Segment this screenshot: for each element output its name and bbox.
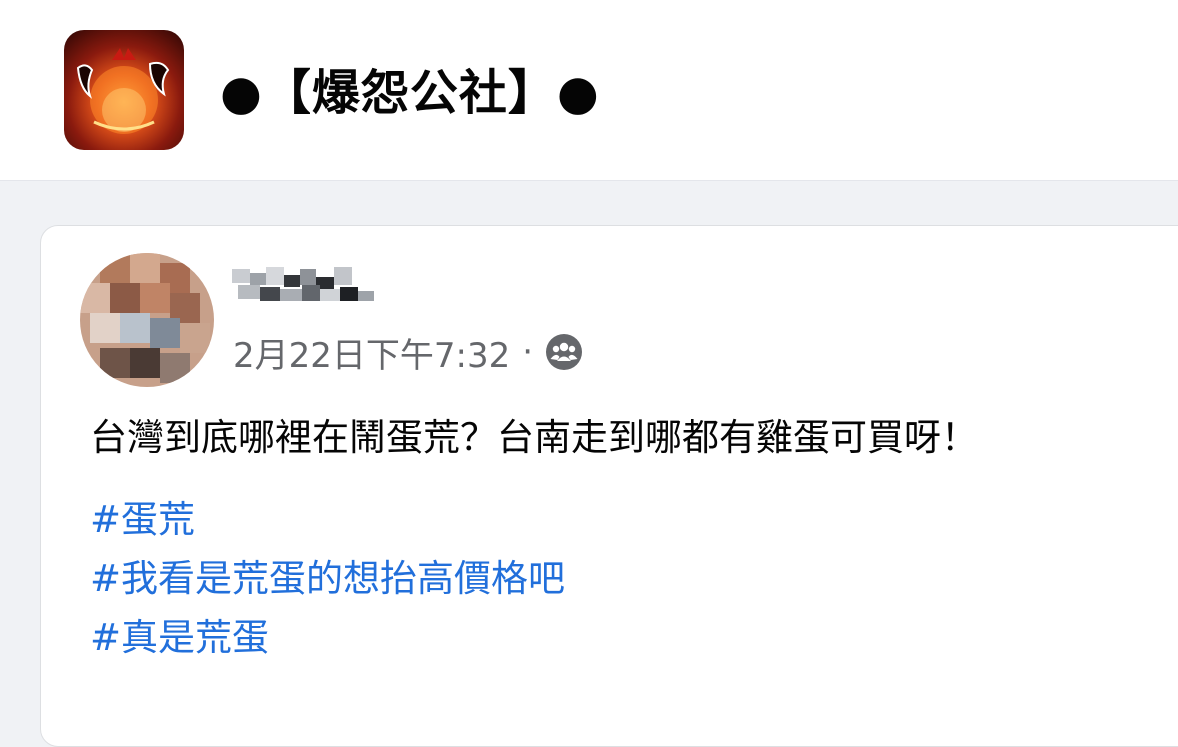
author-avatar[interactable] bbox=[80, 253, 214, 387]
blurred-name-image bbox=[232, 267, 374, 301]
group-avatar[interactable] bbox=[64, 30, 184, 150]
author-name-blurred[interactable] bbox=[232, 265, 376, 309]
group-title[interactable]: ●【爆怨公社】● bbox=[220, 58, 600, 128]
group-members-icon[interactable] bbox=[545, 333, 583, 371]
group-header: ●【爆怨公社】● bbox=[0, 0, 1178, 181]
hashtag-link[interactable]: #我看是荒蛋的想抬高價格吧 bbox=[90, 549, 565, 608]
group-logo-image bbox=[76, 48, 170, 134]
blurred-avatar-image bbox=[80, 253, 214, 387]
hashtag-link[interactable]: #蛋荒 bbox=[90, 490, 565, 549]
post-timestamp[interactable]: 2月22日下午7:32 bbox=[233, 328, 510, 377]
hashtag-link[interactable]: #真是荒蛋 bbox=[90, 608, 565, 667]
meta-separator: · bbox=[522, 332, 534, 372]
hashtag-list: #蛋荒 #我看是荒蛋的想抬高價格吧 #真是荒蛋 bbox=[90, 490, 565, 667]
post-meta: 2月22日下午7:32 · bbox=[233, 328, 583, 377]
post-text: 台灣到底哪裡在鬧蛋荒？台南走到哪都有雞蛋可買呀！ bbox=[90, 416, 978, 459]
